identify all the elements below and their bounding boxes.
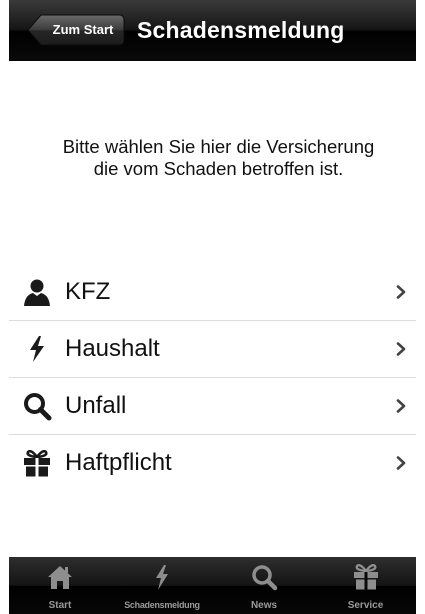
chevron-right-icon <box>396 399 406 413</box>
tab-start[interactable]: Start <box>9 557 111 614</box>
back-button[interactable]: Zum Start <box>27 14 125 46</box>
tab-schadensmeldung[interactable]: Schadensmeldung <box>111 557 213 614</box>
list-item-unfall[interactable]: Unfall <box>9 378 416 435</box>
list-item-label: Unfall <box>65 392 127 419</box>
tab-bar: Start Schadensmeldung News Service <box>9 557 416 614</box>
search-icon <box>24 393 52 421</box>
lightning-icon <box>30 336 44 362</box>
intro-text: Bitte wählen Sie hier die Versicherung d… <box>62 136 375 179</box>
search-icon <box>252 565 278 591</box>
tab-news[interactable]: News <box>213 557 315 614</box>
page-title: Schadensmeldung <box>137 17 345 43</box>
list-item-haushalt[interactable]: Haushalt <box>9 321 416 378</box>
chevron-right-icon <box>396 456 406 470</box>
list-item-label: Haftpflicht <box>65 449 172 476</box>
chevron-right-icon <box>396 342 406 356</box>
tab-label: Service <box>347 600 384 611</box>
gift-icon <box>24 449 50 477</box>
navigation-bar: Zum Start Schadensmeldung <box>9 0 416 61</box>
tab-label: News <box>250 600 278 611</box>
list-item-kfz[interactable]: KFZ <box>9 264 416 321</box>
tab-label: Schadensmeldung <box>124 600 200 610</box>
chevron-right-icon <box>396 285 406 299</box>
person-icon <box>24 279 50 306</box>
list-item-label: Haushalt <box>65 335 160 362</box>
insurance-list: KFZ Haushalt Unfall Haftpflicht <box>9 264 416 491</box>
back-button-label: Zum Start <box>52 22 114 37</box>
gift-icon <box>353 564 378 590</box>
list-item-label: KFZ <box>65 278 111 305</box>
lightning-icon <box>156 565 168 590</box>
list-item-haftpflicht[interactable]: Haftpflicht <box>9 435 416 491</box>
tab-service[interactable]: Service <box>315 557 416 614</box>
home-icon <box>48 566 72 589</box>
tab-label: Start <box>48 600 72 611</box>
